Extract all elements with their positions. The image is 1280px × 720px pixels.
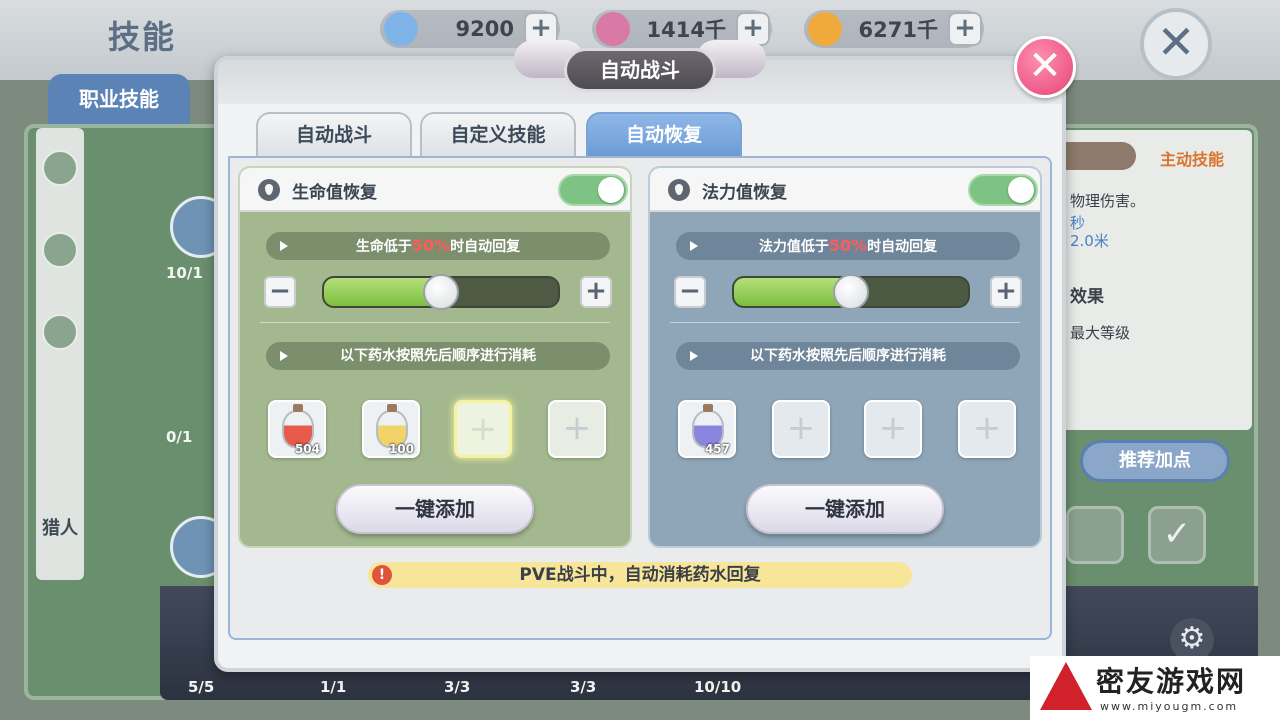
coin-value: 6271千 [858, 18, 938, 42]
hp-potion-slot-2[interactable]: 100 [362, 400, 420, 458]
mp-order-label: 以下药水按照先后顺序进行消耗 [750, 348, 946, 364]
skill-counter: 5/5 [188, 678, 215, 696]
skill-counter: 0/1 [166, 428, 193, 446]
potion-count: 100 [388, 442, 414, 456]
watermark-logo-icon [1040, 662, 1092, 710]
hp-recovery-toggle[interactable] [558, 174, 628, 206]
diamond-value: 9200 [455, 17, 514, 41]
hp-one-click-add-button[interactable]: 一键添加 [336, 484, 534, 534]
pve-notice: ! PVE战斗中，自动消耗药水回复 [368, 562, 912, 588]
dialog-title: 自动战斗 [564, 48, 716, 92]
recommend-points-button[interactable]: 推荐加点 [1080, 440, 1230, 482]
hp-threshold-strip[interactable]: 生命低于50%时自动回复 [266, 232, 610, 260]
toggle-knob [598, 177, 624, 203]
skill-effect-label: 效果 [1070, 287, 1104, 307]
mp-threshold-suffix: 时自动回复 [867, 239, 938, 255]
divider [670, 322, 1020, 323]
toggle-knob [1008, 177, 1034, 203]
skill-desc-line: 2.0米 [1070, 232, 1109, 250]
hp-potion-slot-1[interactable]: 504 [268, 400, 326, 458]
mp-decrease-button[interactable]: − [674, 276, 706, 308]
add-coin-button[interactable]: + [948, 12, 982, 46]
skill-counter: 1/1 [320, 678, 347, 696]
tab-auto-recovery[interactable]: 自动恢复 [586, 112, 742, 156]
hp-threshold-prefix: 生命低于 [355, 239, 412, 255]
hp-panel-header: 生命值恢复 [240, 168, 630, 212]
hp-threshold-slider[interactable] [322, 274, 560, 310]
hp-recovery-panel: 生命值恢复 生命低于50%时自动回复 − + 以下药水按照先后顺序进行消耗 50… [238, 166, 632, 548]
crystal-icon [596, 12, 630, 46]
skill-max-level-label: 最大等级 [1070, 324, 1131, 342]
close-page-button[interactable]: ✕ [1140, 8, 1212, 80]
watermark-name: 密友游戏网 [1096, 665, 1247, 698]
potion-count: 457 [704, 442, 730, 456]
class-icon-2[interactable] [42, 232, 78, 268]
reset-button[interactable] [1066, 506, 1124, 564]
tab-auto-battle[interactable]: 自动战斗 [256, 112, 412, 156]
skill-counter: 3/3 [570, 678, 597, 696]
mp-increase-button[interactable]: + [990, 276, 1022, 308]
confirm-check-button[interactable]: ✓ [1148, 506, 1206, 564]
potion-count: 504 [294, 442, 320, 456]
dialog-close-button[interactable]: ✕ [1014, 36, 1076, 98]
mp-potion-slot-3-add[interactable]: + [864, 400, 922, 458]
warning-icon: ! [372, 565, 392, 585]
mp-potion-slot-2-add[interactable]: + [772, 400, 830, 458]
droplet-icon [668, 179, 690, 201]
skill-counter: 10/1 [166, 264, 203, 282]
tab-custom-skills[interactable]: 自定义技能 [420, 112, 576, 156]
hp-potion-slot-4-add[interactable]: + [548, 400, 606, 458]
mp-potion-slot-1[interactable]: 457 [678, 400, 736, 458]
hp-threshold-suffix: 时自动回复 [450, 239, 521, 255]
hp-potion-slot-3-add[interactable]: + [454, 400, 512, 458]
skill-detail-panel: 主动技能 物理伤害。 秒 2.0米 效果 最大等级 [1060, 130, 1252, 430]
expand-arrow-icon [280, 351, 288, 361]
expand-arrow-icon [690, 351, 698, 361]
skill-name-bar [1060, 142, 1136, 170]
tab-job-skills[interactable]: 职业技能 [48, 74, 190, 124]
class-icon-1[interactable] [42, 150, 78, 186]
divider [260, 322, 610, 323]
mp-order-strip[interactable]: 以下药水按照先后顺序进行消耗 [676, 342, 1020, 370]
mp-potion-slot-4-add[interactable]: + [958, 400, 1016, 458]
pve-notice-text: PVE战斗中，自动消耗药水回复 [519, 565, 761, 585]
slider-knob[interactable] [833, 274, 869, 310]
class-icon-3[interactable] [42, 314, 78, 350]
mp-panel-title: 法力值恢复 [702, 183, 787, 203]
expand-arrow-icon [690, 241, 698, 251]
hp-decrease-button[interactable]: − [264, 276, 296, 308]
diamond-icon [384, 12, 418, 46]
coin-icon [808, 12, 842, 46]
skill-type-label: 主动技能 [1160, 150, 1225, 169]
mp-threshold-slider[interactable] [732, 274, 970, 310]
class-label-hunter[interactable]: 猎人 [36, 518, 84, 540]
mp-threshold-prefix: 法力值低于 [758, 239, 829, 255]
mp-threshold-strip[interactable]: 法力值低于50%时自动回复 [676, 232, 1020, 260]
hp-increase-button[interactable]: + [580, 276, 612, 308]
skill-desc-line: 物理伤害。 [1070, 192, 1146, 210]
skill-counter: 10/10 [694, 678, 742, 696]
mp-panel-header: 法力值恢复 [650, 168, 1040, 212]
page-title: 技能 [108, 18, 177, 56]
hp-order-label: 以下药水按照先后顺序进行消耗 [340, 348, 536, 364]
expand-arrow-icon [280, 241, 288, 251]
slider-knob[interactable] [423, 274, 459, 310]
hp-threshold-value: 50% [411, 236, 451, 255]
site-watermark: 密友游戏网 www.miyougm.com [1030, 656, 1280, 720]
class-sidebar: 猎人 [36, 128, 84, 580]
mp-threshold-value: 50% [828, 236, 868, 255]
currency-coin: 6271千 + [804, 10, 984, 48]
mp-recovery-panel: 法力值恢复 法力值低于50%时自动回复 − + 以下药水按照先后顺序进行消耗 4… [648, 166, 1042, 548]
droplet-icon [258, 179, 280, 201]
mp-one-click-add-button[interactable]: 一键添加 [746, 484, 944, 534]
skill-counter: 3/3 [444, 678, 471, 696]
watermark-url: www.miyougm.com [1100, 700, 1239, 713]
hp-panel-title: 生命值恢复 [292, 183, 377, 203]
mp-recovery-toggle[interactable] [968, 174, 1038, 206]
hp-order-strip[interactable]: 以下药水按照先后顺序进行消耗 [266, 342, 610, 370]
